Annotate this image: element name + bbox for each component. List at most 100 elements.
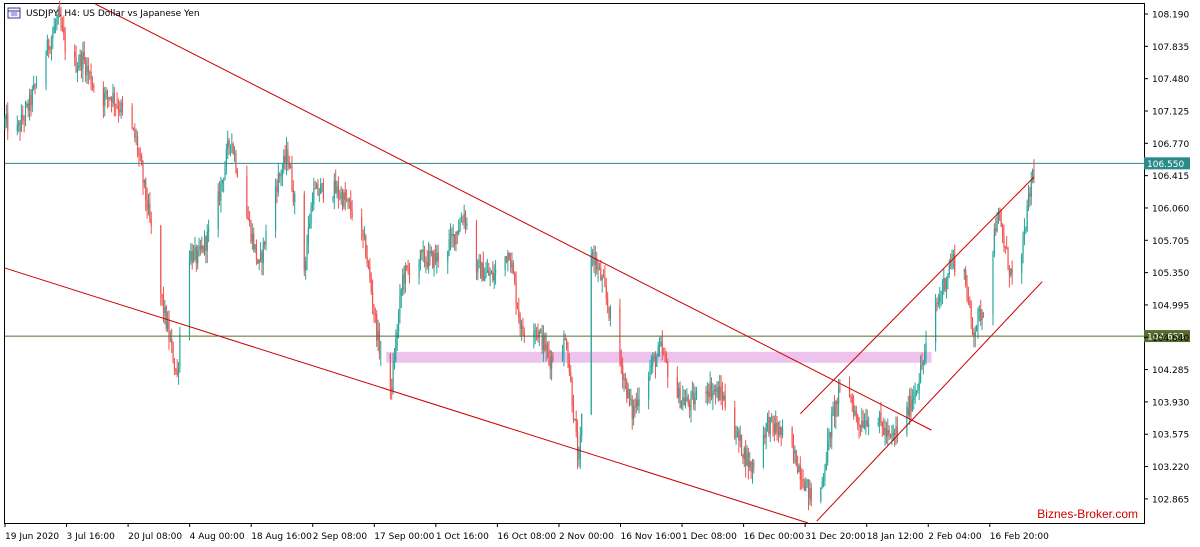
candle xyxy=(1007,246,1009,271)
candle xyxy=(310,202,312,229)
candle xyxy=(397,309,400,339)
candle xyxy=(433,249,435,277)
candle-body xyxy=(257,259,259,264)
candle-body xyxy=(336,186,338,193)
candle xyxy=(143,179,145,189)
candle xyxy=(49,45,51,54)
candle-body xyxy=(1027,192,1030,206)
x-tick-label: 17 Sep 00:00 xyxy=(374,532,434,542)
candle-body xyxy=(546,344,549,351)
candle-body xyxy=(246,176,248,218)
candle-body xyxy=(1000,220,1002,227)
candle-body xyxy=(489,273,491,276)
candle-body xyxy=(493,273,495,281)
candle-body xyxy=(74,51,76,58)
candle-body xyxy=(887,429,889,437)
candle-body xyxy=(490,271,493,274)
candle-body xyxy=(638,399,640,407)
chart-canvas[interactable]: 106.550104.653 108.190107.835107.480107.… xyxy=(0,0,1200,547)
candle-body xyxy=(1021,253,1023,274)
candle-body xyxy=(1022,237,1024,254)
candle-body xyxy=(54,24,57,27)
candle xyxy=(605,277,607,306)
candle xyxy=(684,389,687,409)
candle xyxy=(653,352,655,362)
candle-body xyxy=(694,397,696,405)
candle xyxy=(336,180,338,199)
candle-body xyxy=(333,180,335,198)
chart-header: USDJPY, H4: US Dollar vs Japanese Yen xyxy=(7,7,200,19)
candle-body xyxy=(762,434,765,468)
candle-body xyxy=(706,391,708,394)
candle xyxy=(291,155,293,192)
candle-body xyxy=(620,358,622,366)
candle-body xyxy=(907,407,909,416)
candle-body xyxy=(217,191,219,229)
candle xyxy=(691,381,693,400)
candle xyxy=(567,341,569,368)
candle-body xyxy=(578,458,580,460)
candle-body xyxy=(664,353,666,355)
candle-body xyxy=(773,424,775,433)
candle xyxy=(475,219,478,281)
candle xyxy=(766,412,769,432)
candle xyxy=(863,413,866,430)
candle-body xyxy=(30,94,32,106)
candle xyxy=(686,388,688,402)
candle xyxy=(274,178,277,238)
candle-body xyxy=(199,246,202,250)
candle-body xyxy=(939,295,941,302)
candle-body xyxy=(682,397,684,402)
y-tick-label: 103.220 xyxy=(1152,463,1189,473)
candle xyxy=(113,86,115,117)
candle-body xyxy=(654,355,657,367)
candle-body xyxy=(628,389,631,400)
candle xyxy=(602,268,605,278)
candle xyxy=(735,425,737,445)
candle xyxy=(514,271,516,286)
candle xyxy=(773,415,775,442)
candle xyxy=(407,259,409,275)
x-tick-label: 16 Nov 16:00 xyxy=(621,532,682,542)
candle xyxy=(429,244,431,266)
candle xyxy=(825,451,827,471)
candle-body xyxy=(971,318,974,334)
candle xyxy=(940,290,942,307)
candle-body xyxy=(288,161,290,168)
candle-body xyxy=(362,229,364,237)
candle-body xyxy=(484,276,486,281)
candle-body xyxy=(952,254,954,257)
candle-body xyxy=(309,223,311,228)
candle-body xyxy=(422,250,424,252)
candle xyxy=(837,378,840,417)
candle-body xyxy=(545,344,547,351)
candle-body xyxy=(538,331,540,338)
candle-body xyxy=(50,38,53,51)
candle xyxy=(322,178,325,203)
candle xyxy=(344,182,346,211)
candle-body xyxy=(633,406,635,419)
candle xyxy=(380,340,382,366)
y-tick-label: 107.125 xyxy=(1152,107,1189,117)
candle-body xyxy=(235,153,237,171)
candle-body xyxy=(791,428,793,446)
candle xyxy=(839,379,841,393)
candle xyxy=(750,460,752,479)
candle xyxy=(832,401,834,416)
candle xyxy=(769,417,771,442)
candle-body xyxy=(769,417,771,434)
candle-body xyxy=(425,261,427,263)
candle xyxy=(1029,186,1031,208)
candle xyxy=(227,130,229,160)
candle-body xyxy=(590,254,592,415)
candle-body xyxy=(1023,230,1026,238)
candle-body xyxy=(637,399,639,407)
candle xyxy=(391,378,393,400)
candle xyxy=(132,127,135,131)
candle-body xyxy=(967,298,970,301)
candle-body xyxy=(689,404,691,411)
candle xyxy=(919,355,922,384)
candle-body xyxy=(45,55,47,85)
candle xyxy=(340,186,342,205)
candle xyxy=(1032,168,1034,184)
